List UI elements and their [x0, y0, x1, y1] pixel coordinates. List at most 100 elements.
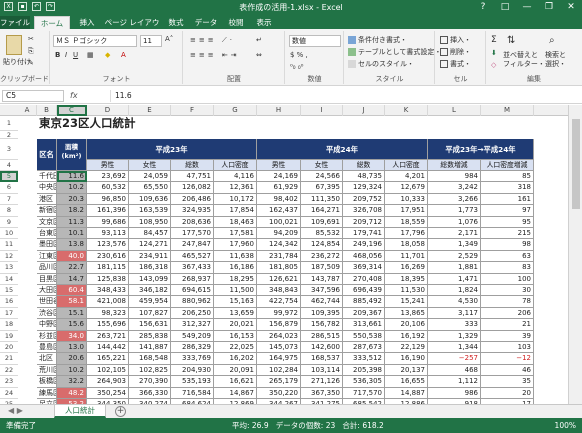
fill-icon[interactable]: ⬇ [491, 49, 497, 57]
data-cell[interactable]: 15,163 [214, 296, 257, 308]
paste-button[interactable]: 貼り付け [3, 57, 31, 67]
row-header[interactable]: 8 [0, 205, 18, 217]
data-cell[interactable]: 30 [481, 285, 534, 297]
vertical-scrollbar[interactable] [568, 105, 582, 404]
data-cell[interactable]: 1,329 [428, 330, 481, 342]
area-cell[interactable]: 22.7 [57, 262, 87, 274]
row-header[interactable]: 19 [0, 331, 18, 342]
data-cell[interactable]: 164,271 [301, 205, 343, 217]
ku-name-cell[interactable]: 板橋区 [37, 376, 57, 388]
data-cell[interactable]: 696,439 [343, 285, 385, 297]
merge-center-icon[interactable]: ⇔ [256, 51, 262, 59]
bold-icon[interactable]: B [55, 51, 60, 59]
ku-name-cell[interactable]: 墨田区 [37, 239, 57, 251]
decimal-icons[interactable]: ⁰₀ ₀⁰ [290, 63, 303, 71]
data-cell[interactable]: 1,076 [428, 216, 481, 228]
data-cell[interactable]: 186,318 [129, 262, 171, 274]
data-cell[interactable]: 369,314 [343, 262, 385, 274]
tab-view[interactable]: 表示 [252, 16, 276, 29]
area-cell[interactable]: 40.0 [57, 250, 87, 263]
area-cell[interactable]: 15.6 [57, 319, 87, 331]
data-cell[interactable]: 286,515 [301, 330, 343, 342]
data-cell[interactable]: 162,437 [257, 205, 301, 217]
column-header[interactable]: D [87, 105, 129, 116]
subheader-cell[interactable]: 人口密度 [214, 160, 257, 171]
row-header[interactable]: 17 [0, 308, 18, 320]
data-cell[interactable]: 18,295 [214, 273, 257, 285]
data-cell[interactable]: 85,532 [301, 228, 343, 240]
area-cell[interactable]: 48.2 [57, 387, 87, 399]
row-header[interactable]: 10 [0, 228, 18, 240]
ku-name-cell[interactable]: 港区 [37, 193, 57, 206]
data-cell[interactable]: 67,395 [301, 182, 343, 194]
data-cell[interactable]: 2,171 [428, 228, 481, 240]
data-cell[interactable]: 156,631 [129, 319, 171, 331]
subheader-cell[interactable]: 人口密度 [385, 160, 428, 171]
underline-icon[interactable]: U [73, 51, 78, 59]
tab-file[interactable]: ファイル [0, 16, 30, 29]
data-cell[interactable]: 535,193 [171, 376, 214, 388]
row-header[interactable]: 18 [0, 319, 18, 331]
data-cell[interactable]: 161 [481, 193, 534, 206]
help-button[interactable]: ? [472, 0, 494, 15]
tab-data[interactable]: データ [192, 16, 220, 29]
data-cell[interactable]: 209,712 [343, 216, 385, 228]
data-cell[interactable]: 24,059 [129, 171, 171, 183]
row-header[interactable]: 9 [0, 217, 18, 228]
data-cell[interactable]: 230,616 [87, 250, 129, 263]
column-header[interactable]: J [343, 105, 385, 116]
data-cell[interactable]: 208,636 [171, 216, 214, 228]
scroll-thumb[interactable] [572, 119, 580, 209]
format-cells-button[interactable]: 書式・ [440, 59, 471, 69]
data-cell[interactable]: 270,408 [343, 273, 385, 285]
data-cell[interactable]: 17,960 [214, 239, 257, 251]
data-cell[interactable]: 22,129 [385, 342, 428, 354]
data-cell[interactable]: 462,744 [301, 296, 343, 308]
data-cell[interactable]: 11,500 [214, 285, 257, 297]
ku-name-cell[interactable]: 中央区 [37, 182, 57, 194]
data-cell[interactable]: 986 [428, 387, 481, 399]
data-cell[interactable]: 98 [481, 239, 534, 251]
name-box[interactable]: C5 [2, 90, 64, 102]
ku-name-cell[interactable]: 豊島区 [37, 342, 57, 354]
data-cell[interactable]: 716,584 [171, 387, 214, 399]
data-cell[interactable]: 333 [428, 319, 481, 331]
data-cell[interactable]: 313,661 [343, 319, 385, 331]
data-cell[interactable]: 318 [481, 182, 534, 194]
data-cell[interactable]: 24,566 [301, 171, 343, 183]
data-cell[interactable]: 161,396 [87, 205, 129, 217]
area-cell[interactable]: 18.2 [57, 205, 87, 217]
data-cell[interactable]: 98,323 [87, 307, 129, 320]
column-header[interactable]: K [385, 105, 428, 116]
row-header[interactable]: 14 [0, 274, 18, 285]
font-size-box[interactable]: 11 [140, 35, 162, 47]
column-header[interactable]: G [214, 105, 257, 116]
row-header[interactable]: 7 [0, 194, 18, 206]
column-header[interactable]: C [57, 105, 87, 116]
data-cell[interactable]: 15,241 [385, 296, 428, 308]
data-cell[interactable]: 17,796 [385, 228, 428, 240]
row-header[interactable]: 20 [0, 342, 18, 354]
data-cell[interactable]: 65,550 [129, 182, 171, 194]
data-cell[interactable]: 1,824 [428, 285, 481, 297]
ku-name-cell[interactable]: 文京区 [37, 216, 57, 228]
data-cell[interactable]: 18,463 [214, 216, 257, 228]
ku-name-cell[interactable]: 品川区 [37, 262, 57, 274]
tab-insert[interactable]: 挿入 [74, 16, 100, 29]
data-cell[interactable]: 48,735 [343, 171, 385, 183]
data-cell[interactable]: 95 [481, 216, 534, 228]
data-cell[interactable]: 94,209 [257, 228, 301, 240]
data-cell[interactable]: 181,805 [257, 262, 301, 274]
data-cell[interactable]: 47,751 [171, 171, 214, 183]
data-cell[interactable]: 549,209 [171, 330, 214, 342]
area-cell[interactable]: 13.0 [57, 342, 87, 354]
data-cell[interactable]: 885,492 [343, 296, 385, 308]
number-format-box[interactable]: 数値 [289, 35, 341, 47]
add-sheet-icon[interactable]: + [115, 406, 126, 417]
ku-name-cell[interactable]: 千代田区 [37, 171, 57, 183]
data-cell[interactable]: 83 [481, 262, 534, 274]
data-cell[interactable]: 39 [481, 330, 534, 342]
data-cell[interactable]: 10,172 [214, 193, 257, 206]
fill-color-icon[interactable]: ◆ [105, 51, 110, 59]
ku-name-cell[interactable]: 世田谷区 [37, 296, 57, 308]
